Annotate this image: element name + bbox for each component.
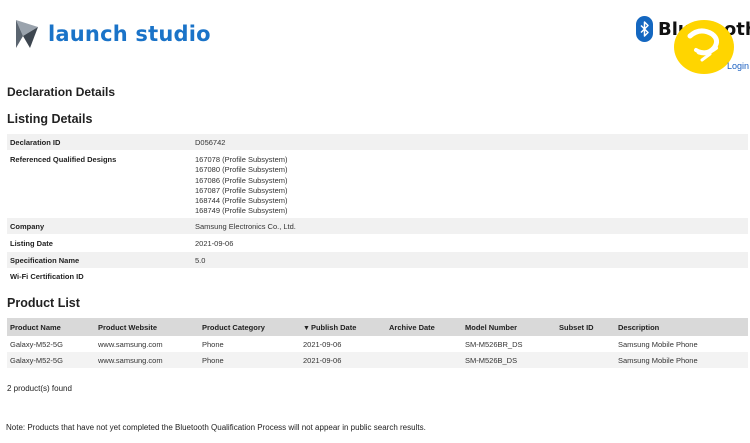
footer-note: Note: Products that have not yet complet…	[6, 423, 426, 432]
cell-product-category: Phone	[202, 339, 224, 349]
cell-archive-date	[386, 336, 462, 352]
company-label: Company	[7, 218, 192, 234]
col-subset-id[interactable]: Subset ID	[556, 318, 615, 336]
page-title: Declaration Details	[7, 85, 116, 99]
cell-description: Samsung Mobile Phone	[618, 339, 698, 349]
wifi-cert-label: Wi-Fi Certification ID	[10, 272, 84, 281]
declaration-id-value: D056742	[192, 134, 748, 150]
row-referenced-designs: Referenced Qualified Designs 167078 (Pro…	[7, 150, 748, 218]
row-wifi-cert: Wi-Fi Certification ID	[7, 268, 748, 285]
cell-archive-date	[386, 352, 462, 368]
cell-product-name: Galaxy-M52-5G	[10, 339, 63, 349]
table-header-row: Product Name Product Website Product Cat…	[7, 318, 748, 336]
col-description[interactable]: Description	[615, 318, 748, 336]
declaration-id-label: Declaration ID	[7, 134, 192, 150]
sort-down-icon: ▼	[303, 324, 310, 332]
cell-product-website: www.samsung.com	[98, 339, 163, 349]
wifi-cert-value	[192, 268, 748, 285]
results-count: 2 product(s) found	[7, 384, 72, 393]
launch-studio-logo[interactable]: launch studio	[12, 18, 211, 50]
cell-product-category: Phone	[199, 352, 300, 368]
col-product-category[interactable]: Product Category	[199, 318, 300, 336]
listing-date-value: 2021-09-06	[195, 239, 234, 248]
bluetooth-icon	[636, 16, 653, 42]
cell-model-number: SM-M526BR_DS	[465, 339, 523, 349]
spec-name-label: Specification Name	[7, 252, 192, 268]
listing-details-table: Declaration ID D056742 Referenced Qualif…	[7, 134, 748, 285]
cell-publish-date: 2021-09-06	[303, 339, 342, 349]
row-listing-date: Listing Date 2021-09-06	[7, 234, 748, 252]
design-item: 168749 (Profile Subsystem)	[195, 206, 288, 216]
col-archive-date[interactable]: Archive Date	[386, 318, 462, 336]
listing-date-label: Listing Date	[10, 239, 53, 248]
col-product-name[interactable]: Product Name	[7, 318, 95, 336]
row-company: Company Samsung Electronics Co., Ltd.	[7, 218, 748, 234]
cell-publish-date: 2021-09-06	[300, 352, 386, 368]
col-publish-date[interactable]: ▼Publish Date	[300, 318, 386, 336]
cell-subset-id	[556, 336, 615, 352]
company-value: Samsung Electronics Co., Ltd.	[192, 218, 748, 234]
product-list-table: Product Name Product Website Product Cat…	[7, 318, 748, 368]
table-row: Galaxy-M52-5G www.samsung.com Phone 2021…	[7, 352, 748, 368]
referenced-designs-list: 167078 (Profile Subsystem) 167080 (Profi…	[192, 150, 748, 218]
referenced-designs-label: Referenced Qualified Designs	[10, 155, 117, 164]
design-item: 167080 (Profile Subsystem)	[195, 165, 288, 175]
design-item: 167086 (Profile Subsystem)	[195, 175, 288, 185]
cell-subset-id	[556, 352, 615, 368]
spec-name-value: 5.0	[192, 252, 748, 268]
col-model-number[interactable]: Model Number	[462, 318, 556, 336]
cell-description: Samsung Mobile Phone	[615, 352, 748, 368]
row-declaration-id: Declaration ID D056742	[7, 134, 748, 150]
cell-product-website: www.samsung.com	[95, 352, 199, 368]
row-spec-name: Specification Name 5.0	[7, 252, 748, 268]
design-item: 167087 (Profile Subsystem)	[195, 185, 288, 195]
col-product-website[interactable]: Product Website	[95, 318, 199, 336]
launch-studio-flag-icon	[16, 20, 38, 48]
table-row: Galaxy-M52-5G www.samsung.com Phone 2021…	[7, 336, 748, 352]
design-item: 167078 (Profile Subsystem)	[195, 155, 288, 164]
login-link[interactable]: Login	[727, 61, 749, 71]
cell-product-name: Galaxy-M52-5G	[7, 352, 95, 368]
logo-text: launch studio	[48, 22, 211, 46]
listing-details-heading: Listing Details	[7, 112, 93, 126]
cell-model-number: SM-M526B_DS	[462, 352, 556, 368]
design-item: 168744 (Profile Subsystem)	[195, 196, 288, 206]
product-list-heading: Product List	[7, 296, 80, 310]
col-publish-date-label: Publish Date	[310, 322, 357, 332]
